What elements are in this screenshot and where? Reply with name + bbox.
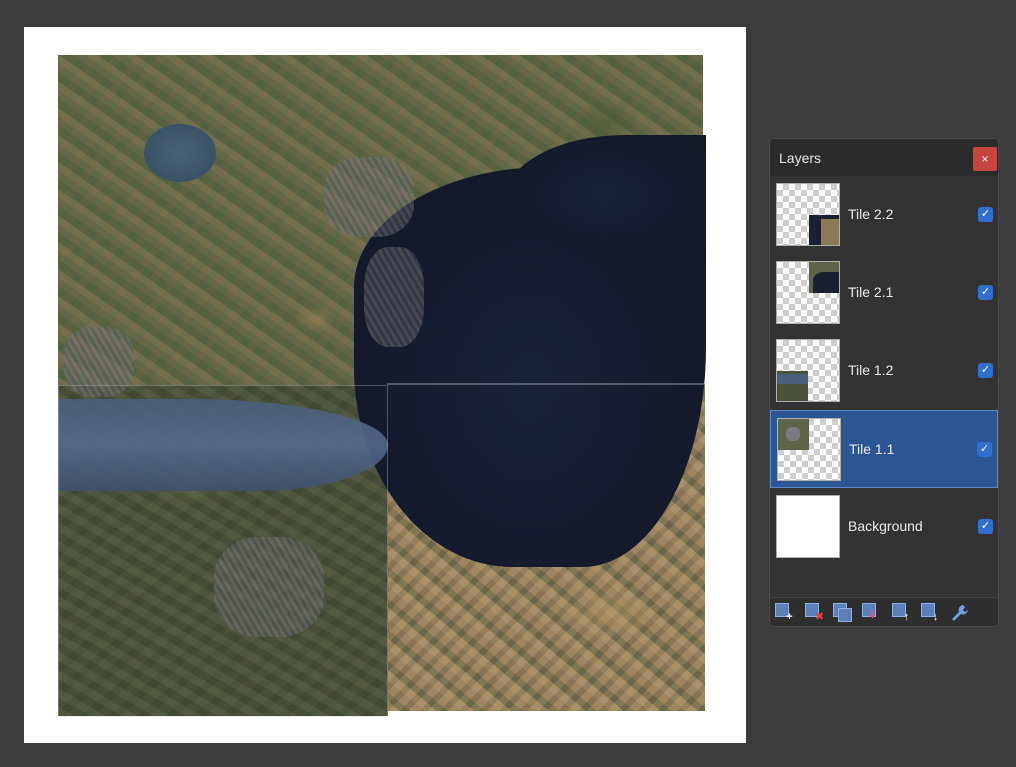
layer-thumbnail: [776, 495, 840, 558]
visibility-checkbox[interactable]: ✓: [978, 363, 993, 378]
loch-water: [144, 124, 216, 182]
move-layer-down-icon: ↓: [932, 611, 939, 623]
urban-area: [324, 157, 414, 237]
merge-layer-down-icon: ⬇: [867, 609, 878, 621]
layer-properties-button[interactable]: [950, 603, 970, 623]
layer-name: Tile 1.1: [849, 441, 895, 457]
delete-layer-icon: ✖: [814, 611, 825, 623]
thumbnail-land: [821, 219, 839, 245]
visibility-checkbox[interactable]: ✓: [977, 442, 992, 457]
layer-item-tile-2-1[interactable]: Tile 2.1 ✓: [770, 254, 998, 332]
visibility-checkbox[interactable]: ✓: [978, 285, 993, 300]
layer-item-tile-2-2[interactable]: Tile 2.2 ✓: [770, 176, 998, 254]
urban-area: [364, 247, 424, 347]
layer-name: Tile 2.2: [848, 206, 894, 222]
thumbnail-water: [813, 272, 839, 293]
layer-thumbnail: [776, 261, 840, 324]
wrench-icon: [950, 603, 970, 623]
close-button[interactable]: ×: [973, 147, 997, 171]
layer-item-tile-1-1[interactable]: Tile 1.1 ✓: [770, 410, 998, 488]
layers-panel: Layers × Tile 2.2 ✓ Tile 2.1 ✓ Tile 1.2 …: [769, 138, 999, 627]
add-layer-button[interactable]: +: [775, 603, 795, 623]
add-layer-icon: +: [786, 611, 793, 623]
visibility-checkbox[interactable]: ✓: [978, 207, 993, 222]
move-layer-up-button[interactable]: ↑: [892, 603, 912, 623]
layer-thumbnail: [777, 418, 841, 481]
thumbnail-urban: [786, 427, 800, 441]
layers-toolbar: + ✖ ⬇ ↑ ↓: [770, 597, 998, 626]
layer-item-background[interactable]: Background ✓: [770, 488, 998, 566]
delete-layer-button[interactable]: ✖: [805, 603, 825, 623]
visibility-checkbox[interactable]: ✓: [978, 519, 993, 534]
duplicate-layer-button[interactable]: [833, 603, 853, 623]
layer-name: Background: [848, 518, 923, 534]
move-layer-up-icon: ↑: [903, 611, 910, 623]
layer-list: Tile 2.2 ✓ Tile 2.1 ✓ Tile 1.2 ✓ Tile 1.…: [770, 176, 998, 596]
panel-title: Layers: [779, 150, 822, 166]
layer-thumbnail: [776, 183, 840, 246]
panel-header: Layers ×: [770, 139, 998, 176]
urban-area: [64, 327, 134, 397]
layer-thumbnail: [776, 339, 840, 402]
canvas-page[interactable]: [24, 27, 746, 743]
layer-name: Tile 1.2: [848, 362, 894, 378]
urban-area: [214, 537, 324, 637]
layer-item-tile-1-2[interactable]: Tile 1.2 ✓: [770, 332, 998, 410]
thumbnail-water: [777, 374, 808, 384]
duplicate-layer-icon: [838, 608, 852, 622]
move-layer-down-button[interactable]: ↓: [921, 603, 941, 623]
layer-name: Tile 2.1: [848, 284, 894, 300]
merge-layer-down-button[interactable]: ⬇: [862, 603, 882, 623]
